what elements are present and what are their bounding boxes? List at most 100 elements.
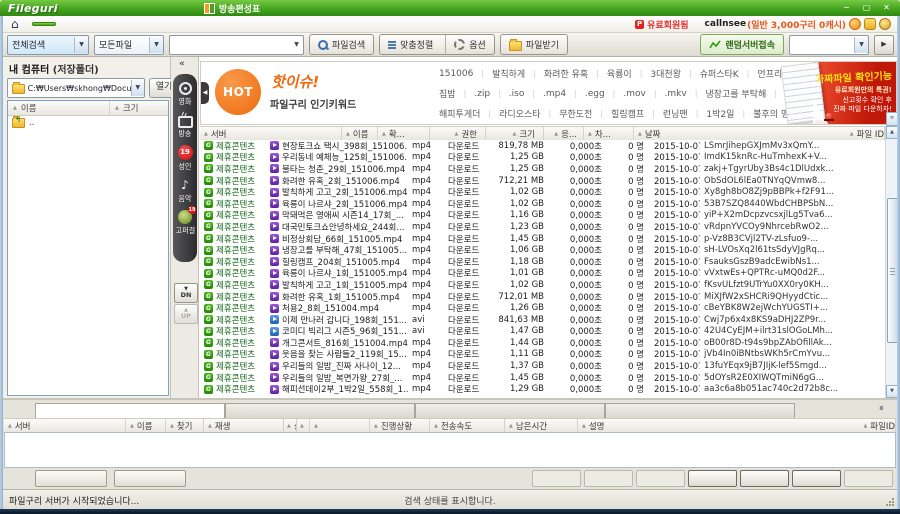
file-row[interactable]: 제휴콘텐츠 해피선데이2부_1박2일_558회_1... mp4 다운로드 1,… (200, 383, 885, 395)
file-row[interactable]: 제휴콘텐츠 육룡이 나르샤_2회_151006.mp4 mp4 다운로드 1,0… (200, 198, 885, 210)
connection-column-header[interactable]: 찾기 (166, 419, 204, 433)
file-column-header[interactable]: 파일 ID (846, 127, 885, 141)
category-rail-item[interactable]: 음악 (178, 178, 193, 204)
hot-keyword[interactable]: 1박2일 (706, 107, 734, 120)
category-rail-item[interactable]: 방송 (178, 113, 193, 139)
minimize-icon[interactable]: ─ (838, 2, 855, 14)
connection-column-header[interactable]: 설명 (578, 419, 859, 433)
list-order-button[interactable] (114, 470, 186, 487)
custom-sort-button[interactable]: 맞춤정렬 (380, 35, 441, 54)
hot-keyword[interactable]: 육룡이 (607, 67, 632, 80)
file-row[interactable]: 제휴콘텐츠 우리들의 일밤_진짜 사나이_12... mp4 다운로드 1,37… (200, 360, 885, 372)
hot-keyword[interactable]: 무한도전 (559, 107, 592, 120)
fake-file-promo-banner[interactable]: 가짜파일 확인기능 유료회원만의 특권!신고횟수 확인 후진짜 파일 다운하자! (814, 62, 896, 124)
hot-keyword[interactable]: 151006 (439, 69, 473, 79)
search-scope-select[interactable]: 전체검색 ▼ (7, 35, 89, 55)
hot-keyword[interactable]: 3대천왕 (650, 67, 681, 80)
hot-keyword[interactable]: 발칙하게 (492, 67, 525, 80)
file-type-select[interactable]: 모든파일 ▼ (94, 35, 164, 55)
parent-folder-row[interactable]: .. (8, 116, 168, 129)
connection-column-header[interactable]: 남은시간 (505, 419, 578, 433)
maximize-icon[interactable]: ▢ (858, 2, 875, 14)
file-row[interactable]: 제휴콘텐츠 비정상회담_66회_151005.mp4 mp4 다운로드 1,45… (200, 233, 885, 245)
collapse-panel-icon[interactable]: « (877, 405, 887, 411)
chevron-down-icon[interactable]: ▼ (854, 37, 868, 53)
file-row[interactable]: 제휴콘텐츠 코미디 빅리그 시즌5_96회_151... avi 다운로드 1,… (200, 326, 885, 338)
transfer-button[interactable] (844, 470, 893, 487)
cash-icon[interactable] (879, 18, 891, 30)
connect-arrow-button[interactable]: ▶ (874, 35, 894, 55)
chevron-down-icon[interactable]: ▼ (131, 80, 144, 96)
file-column-header[interactable]: 날짜 (634, 127, 846, 141)
connection-tab[interactable] (225, 403, 415, 418)
file-search-button[interactable]: 파일검색 (309, 34, 374, 55)
collapse-sidebar-icon[interactable]: « (179, 59, 185, 69)
file-row[interactable]: 제휴콘텐츠 대국민토크쇼안녕하세요_244회... mp4 다운로드 1,23 … (200, 221, 885, 233)
hot-keyword[interactable]: 슈퍼스타K (700, 67, 739, 80)
transfer-button[interactable] (532, 470, 581, 487)
category-rail-item[interactable]: 영화 (178, 81, 193, 107)
file-row[interactable]: 제휴콘텐츠 발칙하게 고고_1회_151005.mp4 mp4 다운로드 1,0… (200, 279, 885, 291)
transfer-button[interactable] (636, 470, 685, 487)
search-keyword-input[interactable]: ▼ (169, 35, 304, 55)
hot-keyword[interactable]: 냉장고를 부탁해 (705, 87, 766, 100)
hot-keyword[interactable]: 힐링캠프 (611, 107, 644, 120)
scroll-down-button[interactable]: ▼DN (174, 283, 198, 303)
category-rail-item[interactable]: 19 성인 (178, 145, 193, 172)
hot-keyword[interactable]: .zip (474, 89, 490, 99)
hot-keyword[interactable]: .iso (509, 89, 525, 99)
nav-tab[interactable] (32, 22, 56, 26)
list-order-button[interactable] (35, 470, 107, 487)
connection-tab[interactable] (35, 403, 225, 418)
category-rail-item[interactable]: 19 고퍼걸 (175, 210, 196, 236)
hot-keyword[interactable]: 런닝맨 (663, 107, 688, 120)
transfer-button[interactable] (688, 470, 737, 487)
file-column-header[interactable]: 확... (378, 127, 430, 141)
file-row[interactable]: 제휴콘텐츠 개그콘서트_816회_151004.mp4 mp4 다운로드 1,4… (200, 337, 885, 349)
hot-keyword[interactable]: 라디오스타 (499, 107, 540, 120)
home-icon[interactable]: ⌂ (11, 17, 19, 32)
file-column-header[interactable]: 이름 (342, 127, 378, 141)
connection-column-header[interactable]: 파일ID (859, 419, 896, 433)
receive-file-button[interactable]: 파일받기 (500, 34, 568, 55)
connection-column-header[interactable]: 진행상황 (370, 419, 430, 433)
hot-keyword[interactable]: 집밥 (439, 87, 456, 100)
file-row[interactable]: 제휴콘텐츠 힐링캠프_204회_151005.mp4 mp4 다운로드 1,18… (200, 256, 885, 268)
hot-keyword[interactable]: .mov (623, 89, 645, 99)
connection-column-header[interactable]: 재생 (204, 419, 284, 433)
file-row[interactable]: 제휴콘텐츠 처용2_8회_151004.mp4 mp4 다운로드 1,26 GB… (200, 302, 885, 314)
hot-keyword[interactable]: .mp4 (543, 89, 566, 99)
connection-column-header[interactable]: 이름 (126, 419, 166, 433)
file-row[interactable]: 제휴콘텐츠 우리들의 일밤_복면가왕_27회_... mp4 다운로드 1,45… (200, 372, 885, 384)
file-row[interactable]: 제휴콘텐츠 화려한 유혹_2회_151006.mp4 mp4 다운로드 712,… (200, 175, 885, 187)
resize-grip[interactable] (886, 498, 894, 506)
hot-keyword[interactable]: .mkv (665, 89, 687, 99)
transfer-button[interactable] (792, 470, 841, 487)
chevron-down-icon[interactable]: ▼ (149, 37, 163, 53)
options-button[interactable]: 옵션 (445, 35, 494, 54)
file-row[interactable]: 제휴콘텐츠 화려한 유혹_1회_151005.mp4 mp4 다운로드 712,… (200, 291, 885, 303)
hot-keyword[interactable]: 화려한 유혹 (544, 67, 588, 80)
column-name[interactable]: 이름 (8, 101, 110, 115)
file-row[interactable]: 제휴콘텐츠 이제 만나러 갑니다_198회_151... avi 다운로드 84… (200, 314, 885, 326)
file-row[interactable]: 제휴콘텐츠 막돼먹은 영애씨 시즌14_17회_... mp4 다운로드 1,1… (200, 210, 885, 222)
hot-keyword[interactable]: .egg (585, 89, 605, 99)
server-select[interactable]: ▼ (789, 35, 869, 55)
file-row[interactable]: 제휴콘텐츠 발칙하게 고고_2회_151006.mp4 mp4 다운로드 1,0… (200, 186, 885, 198)
save-folder-select[interactable]: C:₩Users₩skhong₩Docur ▼ (7, 78, 145, 98)
file-column-header[interactable]: 응... (544, 127, 584, 141)
file-row[interactable]: 제휴콘텐츠 우리동네 예체능_125회_151006... mp4 다운로드 1… (200, 152, 885, 164)
hot-keyword[interactable]: 해피투게더 (439, 107, 480, 120)
file-column-header[interactable]: 크기 (486, 127, 544, 141)
collapse-banner-icon[interactable]: ◀ (201, 82, 209, 104)
transfer-button[interactable] (740, 470, 789, 487)
connection-column-header[interactable] (310, 419, 370, 433)
file-row[interactable]: 제휴콘텐츠 불타는 청춘_29회_151006.mp4 mp4 다운로드 1,2… (200, 163, 885, 175)
connection-column-header[interactable]: 전송속도 (430, 419, 505, 433)
file-row[interactable]: 제휴콘텐츠 웃음을 찾는 사람들2_119회_15... mp4 다운로드 1,… (200, 349, 885, 361)
connection-tab[interactable] (605, 403, 795, 418)
guri-point-icon[interactable] (864, 18, 876, 30)
connection-column-header[interactable] (297, 419, 310, 433)
column-size[interactable]: 크기 (110, 101, 168, 115)
premium-link[interactable]: 유료회원됨 (647, 18, 688, 31)
